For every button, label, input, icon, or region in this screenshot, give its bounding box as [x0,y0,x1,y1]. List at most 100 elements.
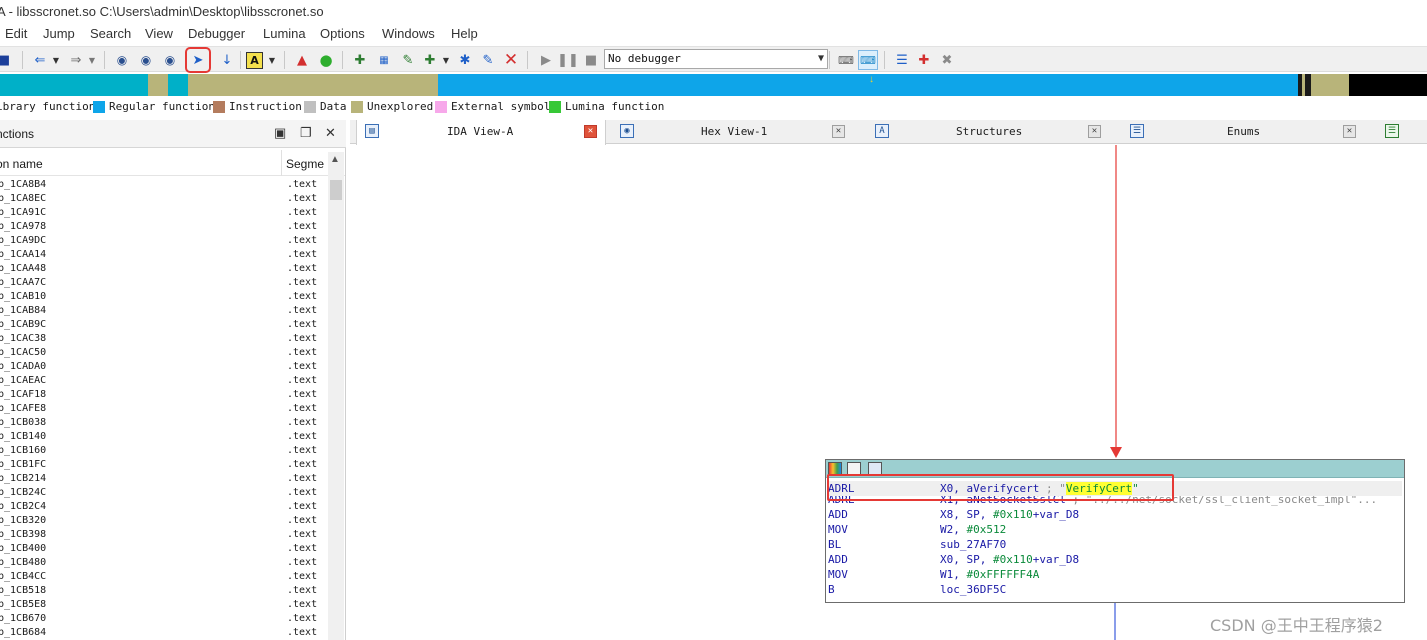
cross-node-icon[interactable]: ✱ [455,50,475,70]
list-item[interactable]: b_1CB320 .text [0,514,328,528]
menu-help[interactable]: Help [451,26,478,41]
text-search-icon[interactable]: A [246,52,263,69]
assembly-icon[interactable]: ✎ [398,50,418,70]
functions-list[interactable]: b_1CA8B4 .text b_1CA8EC .text b_1CA91C .text b… [0,178,328,640]
column-function-name[interactable]: on name [0,157,43,171]
list-item[interactable]: b_1CAF18 .text [0,388,328,402]
binoculars-text-icon[interactable]: ◉ [160,50,180,70]
list-item[interactable]: b_1CA8EC .text [0,192,328,206]
code-line[interactable]: MOV W2, #0x512 [828,522,1402,537]
list-item[interactable]: b_1CAA48 .text [0,262,328,276]
cpu-step-icon[interactable]: ⌨ [858,50,878,70]
list-item[interactable]: b_1CB140 .text [0,430,328,444]
maximize-icon[interactable]: ▣ [274,125,286,141]
node-dropdown-icon[interactable]: ▼ [440,50,452,70]
code-line[interactable]: ADD X8, SP, #0x110+var_D8 [828,507,1402,522]
debugger-select[interactable]: No debugger ▼ [604,49,828,69]
forward-dropdown-icon[interactable]: ▼ [86,50,98,70]
column-separator[interactable] [281,150,282,176]
list-item[interactable]: b_1CB1FC .text [0,458,328,472]
play-icon[interactable]: ▶ [536,50,556,70]
list-item[interactable]: b_1CB214 .text [0,472,328,486]
list-item[interactable]: b_1CAEAC .text [0,374,328,388]
list-item[interactable]: b_1CB400 .text [0,542,328,556]
list-item[interactable]: b_1CB2C4 .text [0,500,328,514]
list-item[interactable]: b_1CAC50 .text [0,346,328,360]
add-breakpoint-icon[interactable]: ✚ [914,50,934,70]
close-icon[interactable]: ✕ [584,125,597,138]
stop-icon[interactable]: ■ [581,50,601,70]
list-item[interactable]: b_1CB480 .text [0,556,328,570]
list-item[interactable]: b_1CA978 .text [0,220,328,234]
list-item[interactable]: b_1CAA7C .text [0,276,328,290]
column-segment[interactable]: Segme [286,157,324,171]
tab-structures[interactable]: A Structures ✕ [867,120,1117,144]
list-item[interactable]: b_1CA8B4 .text [0,178,328,192]
menu-lumina[interactable]: Lumina [263,26,306,41]
forward-arrow-icon[interactable]: ⇒ [66,50,86,70]
list-item[interactable]: b_1CA9DC .text [0,234,328,248]
list-item[interactable]: b_1CB24C .text [0,486,328,500]
nav-segment-regular [438,74,1298,96]
code-line[interactable]: Bloc_36DF5C [828,582,1402,597]
green-ball-icon[interactable]: ● [316,50,336,70]
edit-icon[interactable]: ✎ [478,50,498,70]
code-line[interactable]: MOV W1, #0xFFFFFF4A [828,567,1402,582]
list-item[interactable]: b_1CAB9C .text [0,318,328,332]
list-item[interactable]: b_1CB038 .text [0,416,328,430]
list-item[interactable]: b_1CADA0 .text [0,360,328,374]
hex-icon[interactable]: ▦ [374,50,394,70]
list-item[interactable]: b_1CB4CC .text [0,570,328,584]
close-icon[interactable]: ✕ [1088,125,1101,138]
tab-more[interactable]: ☰ [1377,120,1427,144]
remove-breakpoint-icon[interactable]: ✖ [937,50,957,70]
cpu-code-icon[interactable]: ⌨ [836,50,856,70]
code-line[interactable]: BL sub_27AF70 [828,537,1402,552]
pause-icon[interactable]: ❚❚ [557,50,579,70]
close-icon[interactable]: ✕ [325,125,336,141]
tab-hex-view-1[interactable]: ◉ Hex View-1 ✕ [612,120,862,144]
menu-debugger[interactable]: Debugger [188,26,245,41]
close-icon[interactable]: ✕ [832,125,845,138]
add-node-icon[interactable]: ✚ [420,50,440,70]
binoculars-icon[interactable]: ◉ [112,50,132,70]
tab-enums[interactable]: ☰ Enums ✕ [1122,120,1372,144]
binoculars-next-icon[interactable]: ◉ [136,50,156,70]
list-item[interactable]: b_1CA91C .text [0,206,328,220]
menu-search[interactable]: Search [90,26,131,41]
close-icon[interactable]: ✕ [1343,125,1356,138]
jump-down-arrow-icon[interactable]: ↓ [217,50,237,70]
list-item[interactable]: b_1CAC38 .text [0,332,328,346]
scroll-up-icon[interactable]: ▲ [330,154,340,165]
text-dropdown-icon[interactable]: ▼ [266,50,278,70]
menu-edit[interactable]: Edit [5,26,27,41]
list-item[interactable]: b_1CB5E8 .text [0,598,328,612]
list-icon[interactable]: ☰ [892,50,912,70]
restore-icon[interactable]: ❐ [300,125,312,141]
scroll-thumb[interactable] [330,180,342,200]
menu-jump[interactable]: Jump [43,26,75,41]
list-item[interactable]: b_1CB518 .text [0,584,328,598]
list-item[interactable]: b_1CAA14 .text [0,248,328,262]
list-item[interactable]: b_1CAB10 .text [0,290,328,304]
list-item[interactable]: b_1CAB84 .text [0,304,328,318]
list-item[interactable]: b_1CAFE8 .text [0,402,328,416]
list-item[interactable]: b_1CB398 .text [0,528,328,542]
back-arrow-icon[interactable]: ⇐ [30,50,50,70]
navigation-band[interactable]: ↓ [0,74,1427,96]
save-icon[interactable]: ■ [0,50,14,70]
add-segment-icon[interactable]: ✚ [350,50,370,70]
functions-scrollbar[interactable]: ▲ [328,152,344,640]
code-line[interactable]: ADD X0, SP, #0x110+var_D8 [828,552,1402,567]
search-immediate-icon[interactable]: ➤ [185,47,211,73]
list-item[interactable]: b_1CB160 .text [0,444,328,458]
menu-view[interactable]: View [145,26,173,41]
back-dropdown-icon[interactable]: ▼ [50,50,62,70]
warning-icon[interactable]: ▲ [292,50,312,70]
menu-windows[interactable]: Windows [382,26,435,41]
tab-ida-view-a[interactable]: ▤ IDA View-A ✕ [356,120,606,145]
delete-icon[interactable]: ✕ [501,50,521,70]
list-item[interactable]: b_1CB684 .text [0,626,328,640]
list-item[interactable]: b_1CB670 .text [0,612,328,626]
menu-options[interactable]: Options [320,26,365,41]
